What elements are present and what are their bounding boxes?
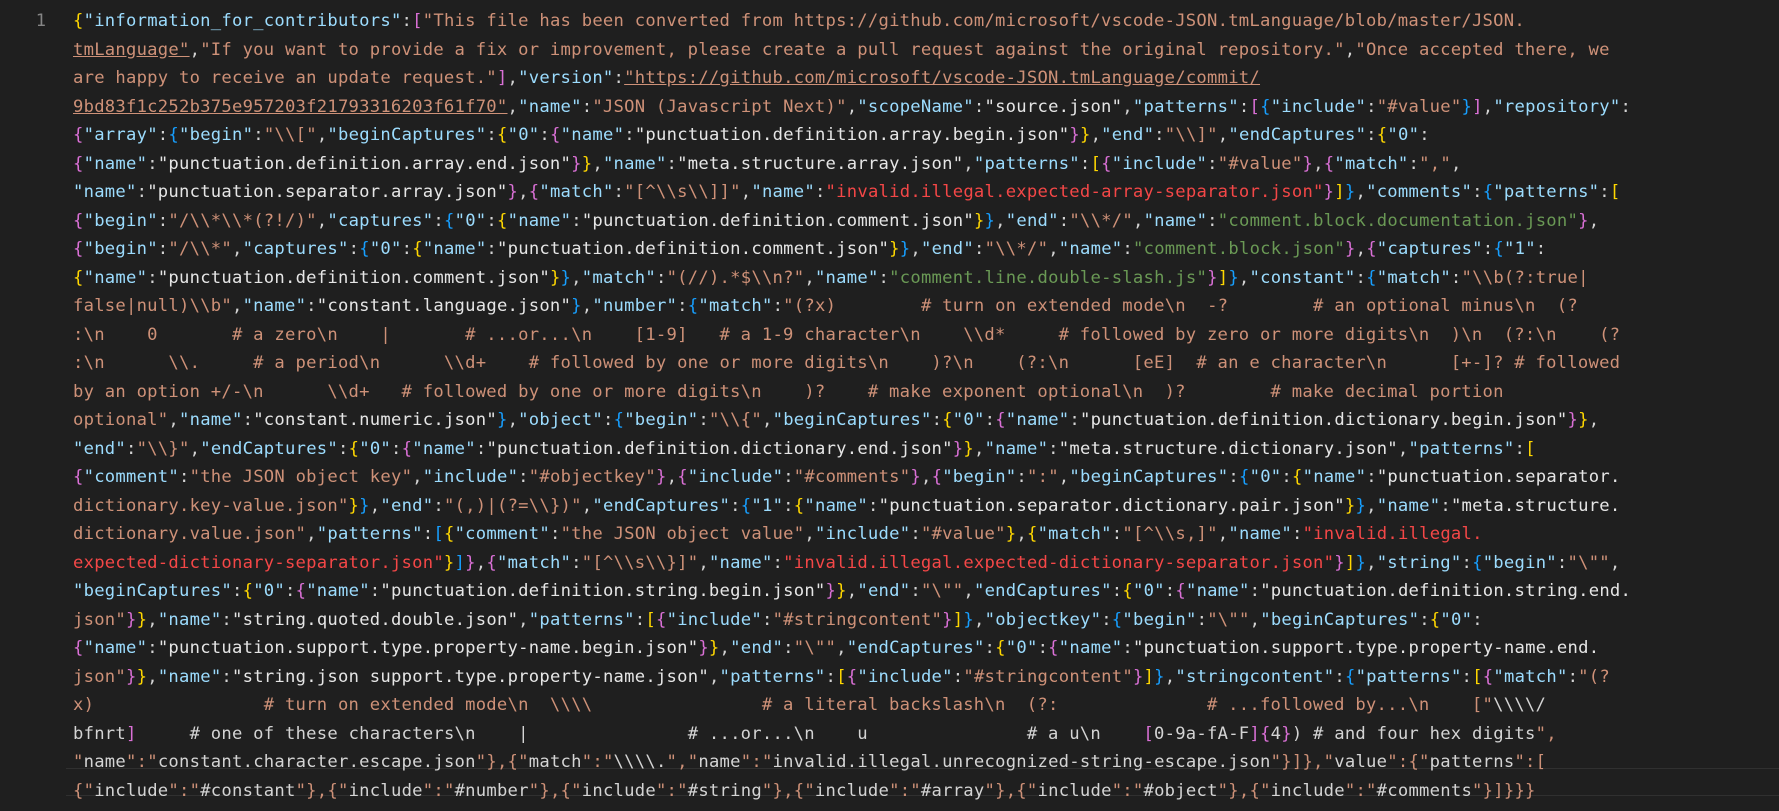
code-visual-line: 9bd83f1c252b375e957203f21793316203f61f70… xyxy=(73,96,1632,117)
code-visual-line: are happy to receive an update request."… xyxy=(73,68,1261,88)
code-visual-line: {"begin":"/\\*\\*(?!/)","captures":{"0":… xyxy=(73,210,1600,231)
code-visual-line: dictionary.key-value.json"}},"end":"(,)|… xyxy=(73,495,1621,516)
code-visual-line: json"}},"name":"string.json support.type… xyxy=(73,666,1610,687)
code-visual-line: optional","name":"constant.numeric.json"… xyxy=(73,410,1600,430)
code-visual-line: {"name":"punctuation.support.type.proper… xyxy=(73,638,1600,658)
code-content[interactable]: {"information_for_contributors":["This f… xyxy=(73,7,1773,805)
code-visual-line: x) # turn on extended mode\n \\\\ # a li… xyxy=(73,695,1547,715)
code-visual-line: tmLanguage","If you want to provide a fi… xyxy=(73,39,1610,60)
code-visual-line: {"begin":"/\\*","captures":{"0":{"name":… xyxy=(73,239,1547,259)
code-visual-line: "name":"punctuation.separator.array.json… xyxy=(73,182,1621,202)
line-number: 1 xyxy=(35,11,46,31)
code-visual-line: :\n \\. # a period\n \\d+ # followed by … xyxy=(73,353,1621,373)
code-visual-line: :\n 0 # a zero\n | # ...or...\n [1-9] # … xyxy=(73,324,1621,345)
line-number-gutter: 1 xyxy=(0,0,66,811)
code-editor[interactable]: 1 {"information_for_contributors":["This… xyxy=(0,0,1779,811)
code-visual-line: false|null)\\b","name":"constant.languag… xyxy=(73,296,1579,316)
code-visual-line: {"include":"#constant"},{"include":"#num… xyxy=(73,780,1536,801)
code-visual-line: "end":"\\}","endCaptures":{"0":{"name":"… xyxy=(73,438,1536,459)
code-visual-line: {"name":"punctuation.definition.array.en… xyxy=(73,153,1462,174)
code-visual-line: {"comment":"the JSON object key","includ… xyxy=(73,467,1621,487)
code-visual-line: bfnrt] # one of these characters\n | # .… xyxy=(73,723,1557,744)
code-visual-line: expected-dictionary-separator.json"}]},{… xyxy=(73,552,1621,573)
code-visual-line: dictionary.value.json","patterns":[{"com… xyxy=(73,524,1483,544)
code-visual-line: json"}},"name":"string.quoted.double.jso… xyxy=(73,609,1483,630)
code-visual-line: {"array":{"begin":"\\[","beginCaptures":… xyxy=(73,125,1430,145)
code-visual-line: by an option +/-\n \\d+ # followed by on… xyxy=(73,381,1504,402)
code-visual-line: {"information_for_contributors":["This f… xyxy=(73,11,1525,31)
code-visual-line: {"name":"punctuation.definition.comment.… xyxy=(73,267,1589,288)
code-visual-line: "name":"constant.character.escape.json"}… xyxy=(73,752,1547,772)
code-visual-line: "beginCaptures":{"0":{"name":"punctuatio… xyxy=(73,581,1632,601)
